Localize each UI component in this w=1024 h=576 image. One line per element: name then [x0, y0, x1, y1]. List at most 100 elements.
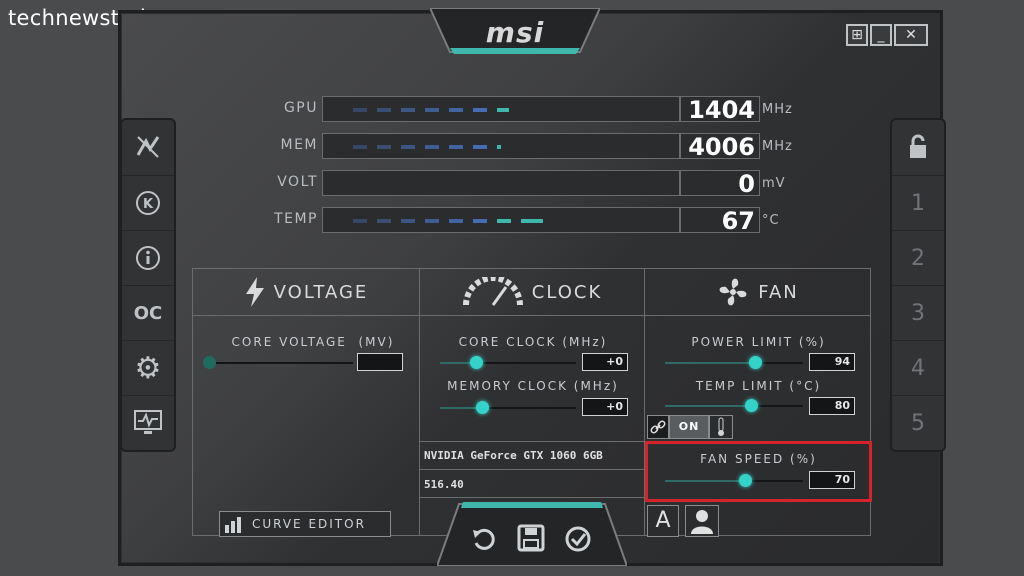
- lightning-icon: [245, 277, 264, 307]
- monitor-bar: [322, 96, 680, 122]
- temp-priority-button[interactable]: [709, 415, 733, 439]
- monitor-bar: [322, 133, 680, 159]
- left-sidebar: K OC ⚙: [120, 118, 176, 452]
- monitor-value: 4006: [680, 133, 760, 160]
- right-sidebar: 1 2 3 4 5: [890, 118, 946, 452]
- fan-speed-highlight: [645, 441, 872, 502]
- monitor-unit: MHz: [762, 102, 793, 117]
- msi-logo: msi: [430, 8, 600, 56]
- save-button[interactable]: [517, 524, 545, 552]
- curve-editor-button[interactable]: CURVE EDITOR: [219, 511, 391, 537]
- close-icon: ✕: [905, 27, 917, 43]
- monitor-value: 1404: [680, 96, 760, 123]
- power-limit-label: POWER LIMIT (%): [691, 335, 826, 349]
- profile-3-button[interactable]: 3: [892, 285, 944, 340]
- temp-limit-slider[interactable]: [745, 399, 758, 412]
- bar-chart-icon: [225, 517, 241, 533]
- core-clock-value[interactable]: +0: [582, 353, 628, 371]
- auto-fan-button[interactable]: A: [647, 505, 679, 537]
- clock-divider: [420, 441, 644, 442]
- profile-number: 3: [911, 300, 925, 326]
- fan-icon: [719, 278, 747, 306]
- monitor-gpu: GPU 1404 MHz: [262, 96, 822, 124]
- lock-icon: [910, 134, 926, 158]
- speedometer-icon: [462, 277, 523, 306]
- driver-version: 516.40: [424, 478, 464, 491]
- hardware-monitor-button[interactable]: [122, 395, 174, 450]
- save-icon: [517, 524, 545, 552]
- temp-limit-label: TEMP LIMIT (°C): [695, 379, 822, 393]
- link-icon: [650, 420, 666, 434]
- monitor-label: GPU: [283, 100, 318, 116]
- minimize-button[interactable]: _: [870, 24, 892, 46]
- k-button[interactable]: K: [122, 175, 174, 230]
- windows-icon: ⊞: [851, 27, 863, 43]
- user-icon: [691, 510, 713, 534]
- temp-limit-value[interactable]: 80: [809, 397, 855, 415]
- core-voltage-value[interactable]: [357, 353, 403, 371]
- monitor-unit: MHz: [762, 139, 793, 154]
- clock-header: CLOCK: [420, 269, 644, 316]
- monitor-unit: °C: [762, 213, 780, 228]
- settings-button[interactable]: ⚙: [122, 340, 174, 395]
- oc-scanner-icon: OC: [133, 302, 163, 324]
- svg-text:K: K: [143, 197, 154, 212]
- reset-button[interactable]: [471, 526, 497, 552]
- lock-button[interactable]: [892, 120, 944, 174]
- minimize-icon: _: [877, 27, 885, 43]
- settings-gear-icon: ⚙: [134, 350, 162, 386]
- reset-icon: [473, 528, 495, 550]
- power-limit-fill: [665, 362, 755, 364]
- fan-header: FAN: [645, 269, 870, 316]
- core-clock-slider[interactable]: [470, 356, 483, 369]
- close-button[interactable]: ✕: [894, 24, 928, 46]
- memory-clock-slider[interactable]: [476, 401, 489, 414]
- profile-4-button[interactable]: 4: [892, 340, 944, 395]
- monitor-bar: [322, 207, 680, 233]
- bottom-action-bar: [437, 500, 627, 566]
- monitor-label: MEM: [280, 137, 318, 153]
- profile-number: 4: [911, 355, 925, 381]
- monitor-value: 0: [680, 170, 760, 197]
- profile-number: 2: [911, 245, 925, 271]
- core-voltage-slider[interactable]: [203, 356, 216, 369]
- profile-2-button[interactable]: 2: [892, 230, 944, 285]
- power-limit-slider[interactable]: [749, 356, 762, 369]
- windows-button[interactable]: ⊞: [846, 24, 868, 46]
- info-button[interactable]: [122, 230, 174, 285]
- power-limit-value[interactable]: 94: [809, 353, 855, 371]
- voltage-header: VOLTAGE: [193, 269, 419, 316]
- monitor-label: TEMP: [274, 211, 318, 227]
- fan-title: FAN: [758, 281, 799, 303]
- thermometer-icon: [718, 417, 724, 436]
- clock-section: CLOCK CORE CLOCK (MHz) +0 MEMORY CLOCK (…: [419, 268, 645, 536]
- core-voltage-track: [209, 362, 353, 364]
- core-voltage-label: CORE VOLTAGE (MV): [213, 335, 413, 349]
- info-icon: [136, 246, 160, 270]
- monitor-label: VOLT: [277, 174, 318, 190]
- temp-limit-fill: [665, 405, 751, 407]
- memory-clock-value[interactable]: +0: [582, 398, 628, 416]
- core-clock-label: CORE CLOCK (MHz): [458, 335, 608, 349]
- profile-5-button[interactable]: 5: [892, 395, 944, 450]
- memory-clock-label: MEMORY CLOCK (MHz): [447, 379, 619, 393]
- core-voltage-unit: (MV): [358, 335, 395, 349]
- clock-title: CLOCK: [531, 281, 603, 303]
- kombustor-button[interactable]: [122, 120, 174, 174]
- clock-divider: [420, 497, 644, 498]
- link-button[interactable]: [647, 415, 669, 439]
- core-voltage-text: CORE VOLTAGE: [231, 335, 347, 349]
- monitor-icon: [134, 410, 162, 434]
- k-icon: K: [136, 191, 160, 215]
- apply-button[interactable]: [565, 526, 591, 552]
- link-on-toggle[interactable]: ON: [669, 415, 709, 439]
- profile-number: 1: [911, 190, 925, 216]
- profile-1-button[interactable]: 1: [892, 175, 944, 230]
- user-fan-curve-button[interactable]: [685, 505, 719, 537]
- voltage-title: VOLTAGE: [273, 281, 369, 303]
- monitor-bar: [322, 170, 680, 196]
- clock-divider: [420, 469, 644, 470]
- logo-text: msi: [485, 16, 545, 49]
- oc-scanner-button[interactable]: OC: [122, 285, 174, 340]
- check-icon: [565, 526, 591, 552]
